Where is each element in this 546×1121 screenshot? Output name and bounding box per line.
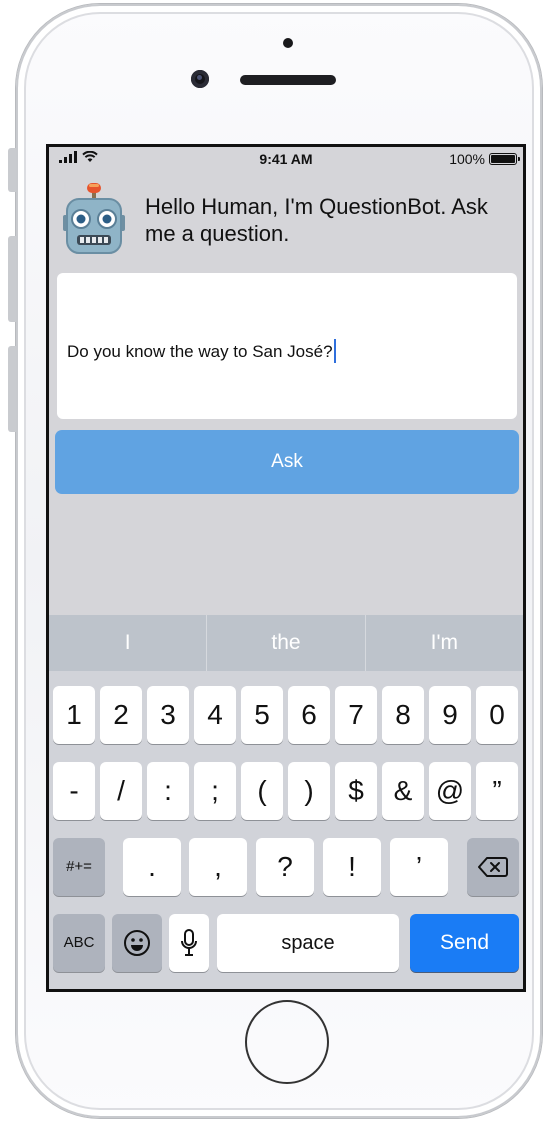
key-open-paren[interactable]: ( <box>241 762 283 820</box>
key-hyphen[interactable]: - <box>53 762 95 820</box>
key-0[interactable]: 0 <box>476 686 518 744</box>
earpiece-speaker <box>240 75 336 85</box>
bot-greeting: Hello Human, I'm QuestionBot. Ask me a q… <box>145 194 488 246</box>
key-quote[interactable]: ” <box>476 762 518 820</box>
ask-button[interactable]: Ask <box>55 430 519 494</box>
key-5[interactable]: 5 <box>241 686 283 744</box>
key-1[interactable]: 1 <box>53 686 95 744</box>
key-colon[interactable]: : <box>147 762 189 820</box>
abc-key[interactable]: ABC <box>53 914 105 972</box>
delete-key[interactable] <box>467 838 519 896</box>
proximity-sensor <box>283 38 293 48</box>
key-9[interactable]: 9 <box>429 686 471 744</box>
question-text: Do you know the way to San José? <box>67 342 333 361</box>
emoji-icon <box>124 930 150 956</box>
key-comma[interactable]: , <box>189 838 247 896</box>
key-exclamation[interactable]: ! <box>323 838 381 896</box>
key-apostrophe[interactable]: ’ <box>390 838 448 896</box>
silent-switch <box>8 148 16 192</box>
key-6[interactable]: 6 <box>288 686 330 744</box>
battery-icon <box>489 153 520 165</box>
question-input[interactable]: Do you know the way to San José? <box>57 273 517 419</box>
key-ampersand[interactable]: & <box>382 762 424 820</box>
front-camera <box>191 70 209 88</box>
key-2[interactable]: 2 <box>100 686 142 744</box>
dictation-key[interactable] <box>169 914 209 972</box>
text-cursor <box>333 339 336 363</box>
suggestion-1[interactable]: I <box>49 615 208 671</box>
backspace-icon <box>478 857 508 877</box>
suggestion-bar: I the I'm <box>49 615 523 671</box>
status-right: 100% <box>449 151 520 167</box>
key-semicolon[interactable]: ; <box>194 762 236 820</box>
key-at[interactable]: @ <box>429 762 471 820</box>
home-button[interactable] <box>245 1000 329 1084</box>
robot-face-icon <box>63 183 125 254</box>
key-7[interactable]: 7 <box>335 686 377 744</box>
emoji-key[interactable] <box>112 914 162 972</box>
space-key[interactable]: space <box>217 914 399 972</box>
symbols-mode-key[interactable]: #+= <box>53 838 105 896</box>
key-period[interactable]: . <box>123 838 181 896</box>
suggestion-3[interactable]: I'm <box>366 615 523 671</box>
screen: 9:41 AM 100% Hello Human, I'm QuestionBo… <box>46 144 526 992</box>
volume-down-button <box>8 346 16 432</box>
key-4[interactable]: 4 <box>194 686 236 744</box>
key-8[interactable]: 8 <box>382 686 424 744</box>
question-text-wrapper: Do you know the way to San José? <box>67 339 336 363</box>
key-slash[interactable]: / <box>100 762 142 820</box>
status-bar: 9:41 AM 100% <box>49 147 523 173</box>
key-question[interactable]: ? <box>256 838 314 896</box>
suggestion-2[interactable]: the <box>207 615 366 671</box>
send-key[interactable]: Send <box>410 914 519 972</box>
battery-percent: 100% <box>449 151 485 167</box>
key-3[interactable]: 3 <box>147 686 189 744</box>
volume-up-button <box>8 236 16 322</box>
microphone-icon <box>181 929 197 956</box>
keyboard: I the I'm 1 2 3 4 5 6 7 8 9 0 - / : ; ( … <box>49 615 523 989</box>
key-close-paren[interactable]: ) <box>288 762 330 820</box>
key-dollar[interactable]: $ <box>335 762 377 820</box>
